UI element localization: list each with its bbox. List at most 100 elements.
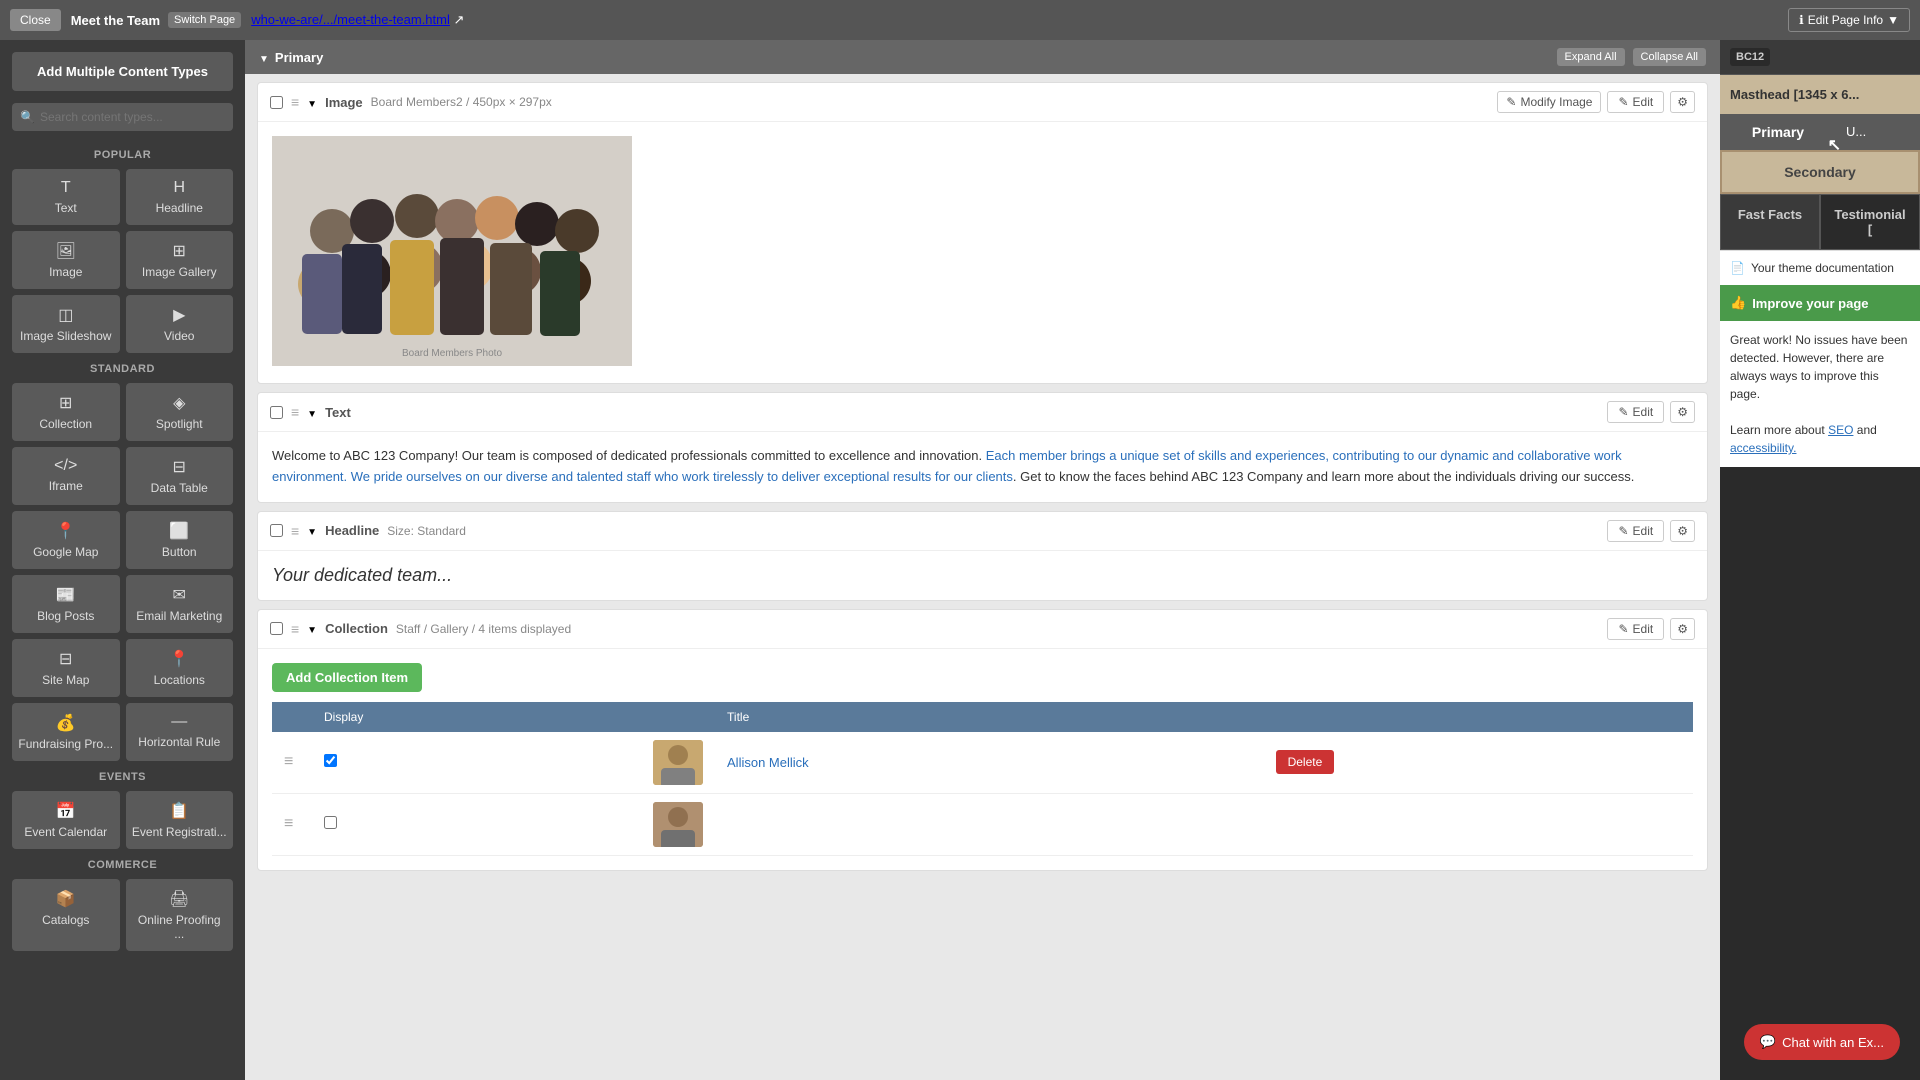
primary-chevron-icon[interactable] xyxy=(259,50,269,65)
chevron-down-icon: ▼ xyxy=(1887,13,1899,27)
fast-facts-block[interactable]: Fast Facts xyxy=(1720,194,1820,250)
row-drag-handle-2[interactable]: ≡ xyxy=(284,815,293,832)
edit-page-info-button[interactable]: ℹ Edit Page Info ▼ xyxy=(1788,8,1910,32)
google-map-icon: 📍 xyxy=(56,521,76,541)
primary-block-right[interactable]: Primary ↖ xyxy=(1720,114,1836,150)
pencil-icon: ✎ xyxy=(1618,524,1628,538)
testimonial-block[interactable]: Testimonial [ xyxy=(1820,194,1920,250)
row-thumbnail xyxy=(653,740,703,785)
text-block-checkbox[interactable] xyxy=(270,406,283,419)
primary-section-label: Primary xyxy=(275,50,323,65)
row-drag-handle[interactable]: ≡ xyxy=(284,753,293,770)
theme-docs-block[interactable]: 📄 Your theme documentation xyxy=(1720,250,1920,285)
sidebar-item-data-table-label: Data Table xyxy=(151,481,208,495)
image-block-checkbox[interactable] xyxy=(270,96,283,109)
data-table-icon: ⊟ xyxy=(173,457,186,477)
row-thumbnail-2 xyxy=(653,802,703,847)
improve-page-label: Improve your page xyxy=(1752,296,1868,311)
sidebar-item-image[interactable]: 🖼 Image xyxy=(12,231,120,289)
sidebar-item-site-map[interactable]: ⊟ Site Map xyxy=(12,639,120,697)
headline-settings-button[interactable]: ⚙ xyxy=(1670,520,1695,542)
u-block[interactable]: U... xyxy=(1836,114,1920,150)
sidebar-item-button-label: Button xyxy=(162,545,197,559)
button-icon: ⬜ xyxy=(169,521,189,541)
row-display-checkbox-2[interactable] xyxy=(324,816,337,829)
sidebar-item-iframe[interactable]: </> Iframe xyxy=(12,447,120,505)
search-input[interactable] xyxy=(12,103,233,131)
collection-type-label: Collection xyxy=(325,621,388,636)
sidebar-item-catalogs-label: Catalogs xyxy=(42,913,89,927)
collection-table: Display Title ≡ xyxy=(272,702,1693,856)
sidebar-item-fundraising-label: Fundraising Pro... xyxy=(18,737,113,751)
svg-text:Board Members Photo: Board Members Photo xyxy=(402,348,502,359)
text-type-label: Text xyxy=(325,405,351,420)
collection-settings-button[interactable]: ⚙ xyxy=(1670,618,1695,640)
iframe-icon: </> xyxy=(54,457,77,475)
sidebar-item-text[interactable]: T Text xyxy=(12,169,120,225)
page-url-link[interactable]: who-we-are/.../meet-the-team.html xyxy=(251,12,450,27)
sidebar-item-spotlight[interactable]: ◈ Spotlight xyxy=(126,383,234,441)
sidebar-item-locations[interactable]: 📍 Locations xyxy=(126,639,234,697)
collection-block-checkbox[interactable] xyxy=(270,622,283,635)
headline-edit-button[interactable]: ✎ Edit xyxy=(1607,520,1664,542)
headline-chevron-icon[interactable] xyxy=(307,523,317,538)
sidebar-item-data-table[interactable]: ⊟ Data Table xyxy=(126,447,234,505)
sidebar-item-horizontal-rule[interactable]: — Horizontal Rule xyxy=(126,703,234,761)
image-edit-button[interactable]: ✎ Edit xyxy=(1607,91,1664,113)
delete-button[interactable]: Delete xyxy=(1276,750,1335,774)
sidebar-item-event-registration[interactable]: 📋 Event Registrati... xyxy=(126,791,234,849)
expand-all-button[interactable]: Expand All xyxy=(1557,48,1625,66)
seo-link[interactable]: SEO xyxy=(1828,423,1853,437)
image-chevron-icon[interactable] xyxy=(307,95,317,110)
sidebar-item-video[interactable]: ▶ Video xyxy=(126,295,234,353)
secondary-block[interactable]: Secondary xyxy=(1720,150,1920,194)
thumbnail-image-2 xyxy=(653,802,703,847)
image-drag-handle[interactable]: ≡ xyxy=(291,94,299,110)
collection-drag-handle[interactable]: ≡ xyxy=(291,621,299,637)
highlighted-text-1: Each member brings a unique set of skill… xyxy=(272,448,1622,484)
sidebar-item-image-slideshow[interactable]: ◫ Image Slideshow xyxy=(12,295,120,353)
col-action xyxy=(1264,702,1693,732)
text-edit-button[interactable]: ✎ Edit xyxy=(1607,401,1664,423)
headline-block-checkbox[interactable] xyxy=(270,524,283,537)
top-bar-right: ℹ Edit Page Info ▼ xyxy=(1788,8,1910,32)
sidebar-item-headline[interactable]: H Headline xyxy=(126,169,234,225)
add-collection-item-button[interactable]: Add Collection Item xyxy=(272,663,422,692)
sidebar-item-blog-posts[interactable]: 📰 Blog Posts xyxy=(12,575,120,633)
sidebar-item-email-marketing[interactable]: ✉ Email Marketing xyxy=(126,575,234,633)
sidebar-item-collection[interactable]: ⊞ Collection xyxy=(12,383,120,441)
sidebar-item-fundraising[interactable]: 💰 Fundraising Pro... xyxy=(12,703,120,761)
sidebar-item-google-map[interactable]: 📍 Google Map xyxy=(12,511,120,569)
theme-docs-label: Your theme documentation xyxy=(1751,261,1894,275)
sidebar-item-locations-label: Locations xyxy=(154,673,205,687)
sidebar-item-button[interactable]: ⬜ Button xyxy=(126,511,234,569)
table-row: ≡ Alli xyxy=(272,732,1693,794)
text-drag-handle[interactable]: ≡ xyxy=(291,404,299,420)
modify-image-button[interactable]: ✎ Modify Image xyxy=(1497,91,1601,113)
text-settings-button[interactable]: ⚙ xyxy=(1670,401,1695,423)
sidebar-item-online-proofing[interactable]: 🖨 Online Proofing ... xyxy=(126,879,234,951)
sidebar-item-image-gallery[interactable]: ⊞ Image Gallery xyxy=(126,231,234,289)
search-icon: 🔍 xyxy=(20,110,35,124)
left-sidebar: Add Multiple Content Types 🔍 POPULAR T T… xyxy=(0,40,245,1080)
text-block: ≡ Text ✎ Edit ⚙ Welcome to ABC 123 Compa… xyxy=(257,392,1708,503)
collection-edit-button[interactable]: ✎ Edit xyxy=(1607,618,1664,640)
row-display-checkbox[interactable] xyxy=(324,754,337,767)
headline-drag-handle[interactable]: ≡ xyxy=(291,523,299,539)
switch-page-button[interactable]: Switch Page xyxy=(168,12,241,28)
collection-chevron-icon[interactable] xyxy=(307,621,317,636)
close-button[interactable]: Close xyxy=(10,9,61,31)
page-title: Meet the Team xyxy=(71,13,160,28)
masthead-block[interactable]: Masthead [1345 x 6... xyxy=(1720,75,1920,114)
add-multiple-content-types-button[interactable]: Add Multiple Content Types xyxy=(12,52,233,91)
text-block-body: Welcome to ABC 123 Company! Our team is … xyxy=(258,432,1707,502)
collection-block-body: Add Collection Item Display Title xyxy=(258,649,1707,870)
collapse-all-button[interactable]: Collapse All xyxy=(1633,48,1706,66)
image-settings-button[interactable]: ⚙ xyxy=(1670,91,1695,113)
image-block: ≡ Image Board Members2 / 450px × 297px ✎… xyxy=(257,82,1708,384)
sidebar-item-catalogs[interactable]: 📦 Catalogs xyxy=(12,879,120,951)
sidebar-item-event-calendar[interactable]: 📅 Event Calendar xyxy=(12,791,120,849)
chat-button[interactable]: 💬 Chat with an Ex... xyxy=(1744,1024,1900,1060)
text-chevron-icon[interactable] xyxy=(307,405,317,420)
accessibility-link[interactable]: accessibility. xyxy=(1730,441,1796,455)
